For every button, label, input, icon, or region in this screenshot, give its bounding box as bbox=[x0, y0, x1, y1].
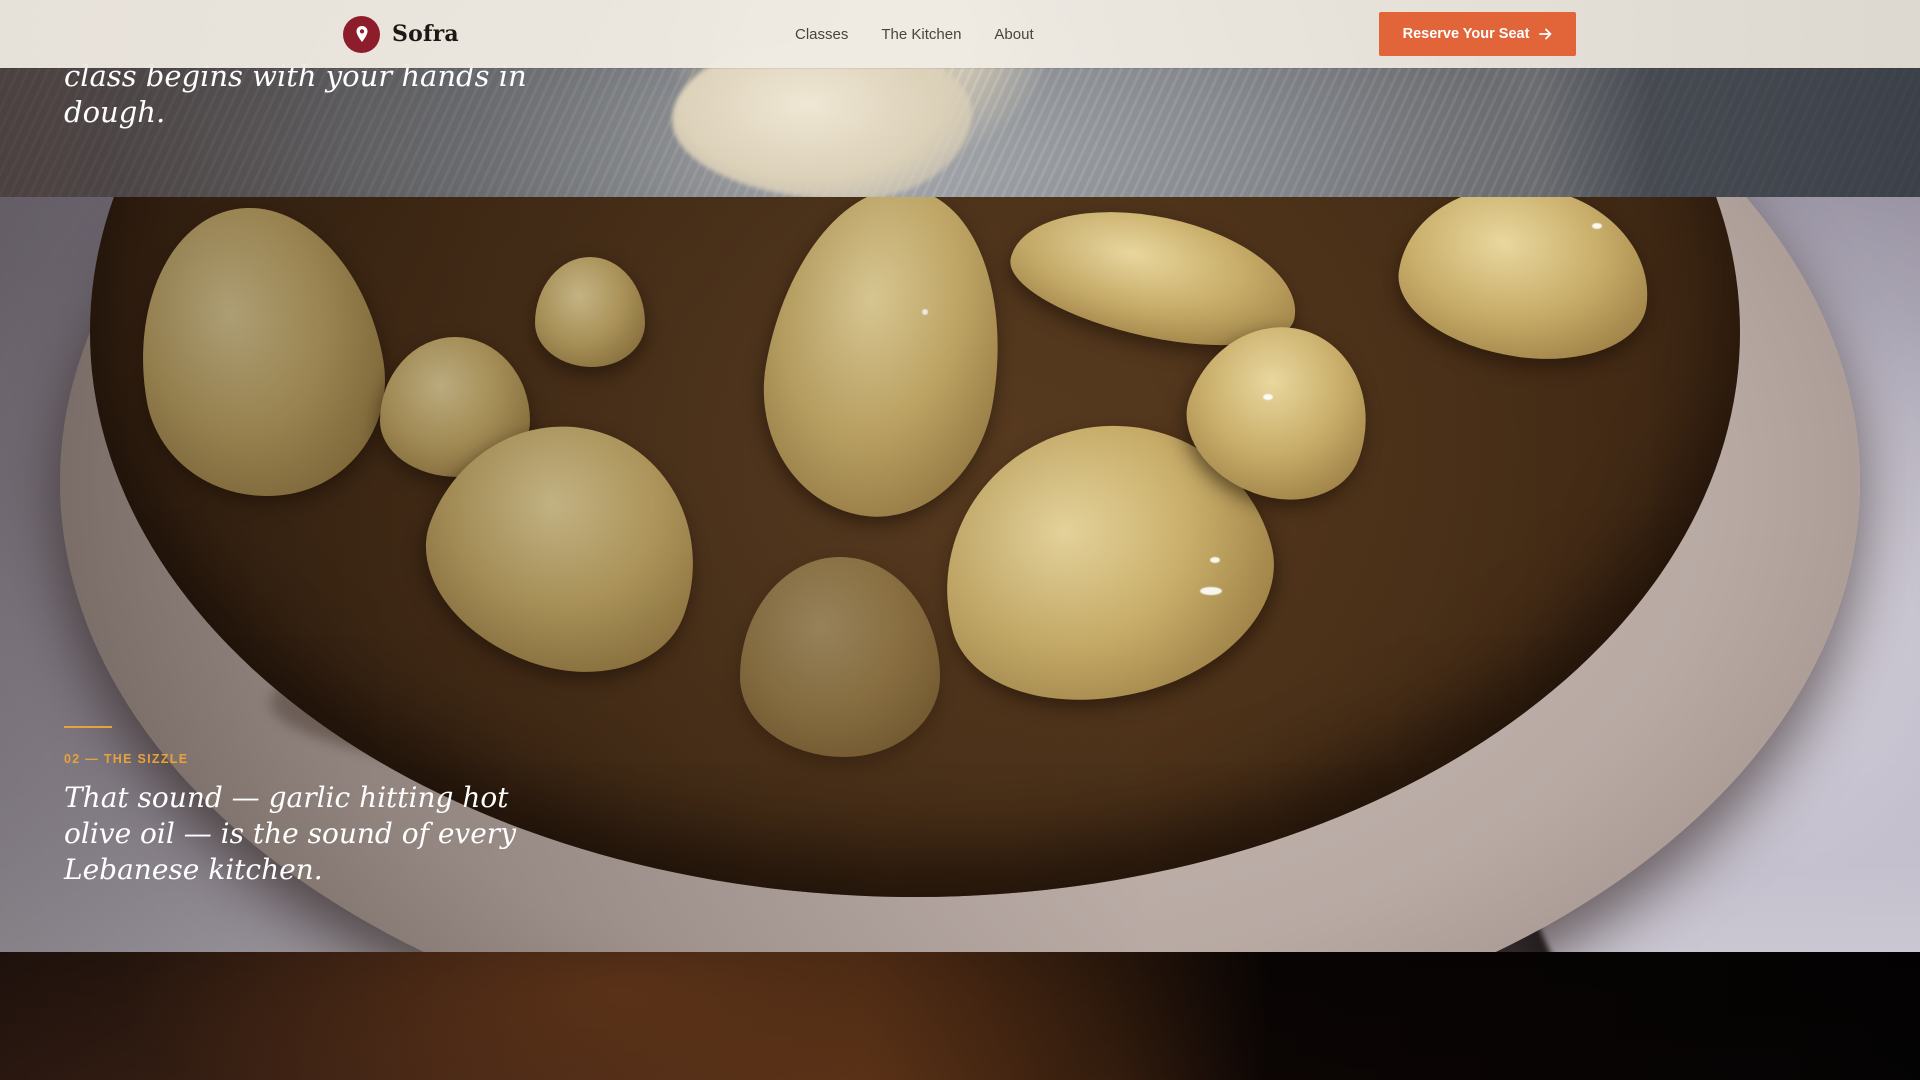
arrow-right-icon bbox=[1539, 28, 1552, 40]
oil-highlight bbox=[1592, 223, 1602, 229]
oil-highlight bbox=[1200, 587, 1222, 595]
section-sizzle: 02 — THE SIZZLE That sound — garlic hitt… bbox=[0, 197, 1920, 952]
sizzle-caption: That sound — garlic hitting hot olive oi… bbox=[64, 781, 517, 886]
brand-logo[interactable]: Sofra bbox=[343, 15, 459, 53]
reserve-seat-button[interactable]: Reserve Your Seat bbox=[1379, 12, 1576, 56]
dough-caption: class begins with your hands in dough. bbox=[64, 59, 527, 129]
oil-highlight bbox=[1210, 557, 1220, 563]
sizzle-text-block: 02 — THE SIZZLE That sound — garlic hitt… bbox=[64, 726, 584, 888]
oil-highlight bbox=[922, 309, 928, 315]
nav-the-kitchen[interactable]: The Kitchen bbox=[881, 26, 961, 43]
site-header: Sofra Classes The Kitchen About Reserve … bbox=[0, 0, 1920, 68]
nav-about[interactable]: About bbox=[994, 26, 1033, 43]
oil-highlight bbox=[1263, 394, 1273, 400]
section-next bbox=[0, 952, 1920, 1080]
sizzle-eyebrow: 02 — THE SIZZLE bbox=[64, 752, 189, 766]
reserve-seat-label: Reserve Your Seat bbox=[1402, 26, 1530, 42]
brand-name: Sofra bbox=[392, 21, 459, 47]
main-nav: Classes The Kitchen About bbox=[795, 0, 1034, 68]
nav-classes[interactable]: Classes bbox=[795, 26, 848, 43]
accent-rule bbox=[64, 726, 112, 728]
map-pin-icon bbox=[343, 15, 380, 53]
